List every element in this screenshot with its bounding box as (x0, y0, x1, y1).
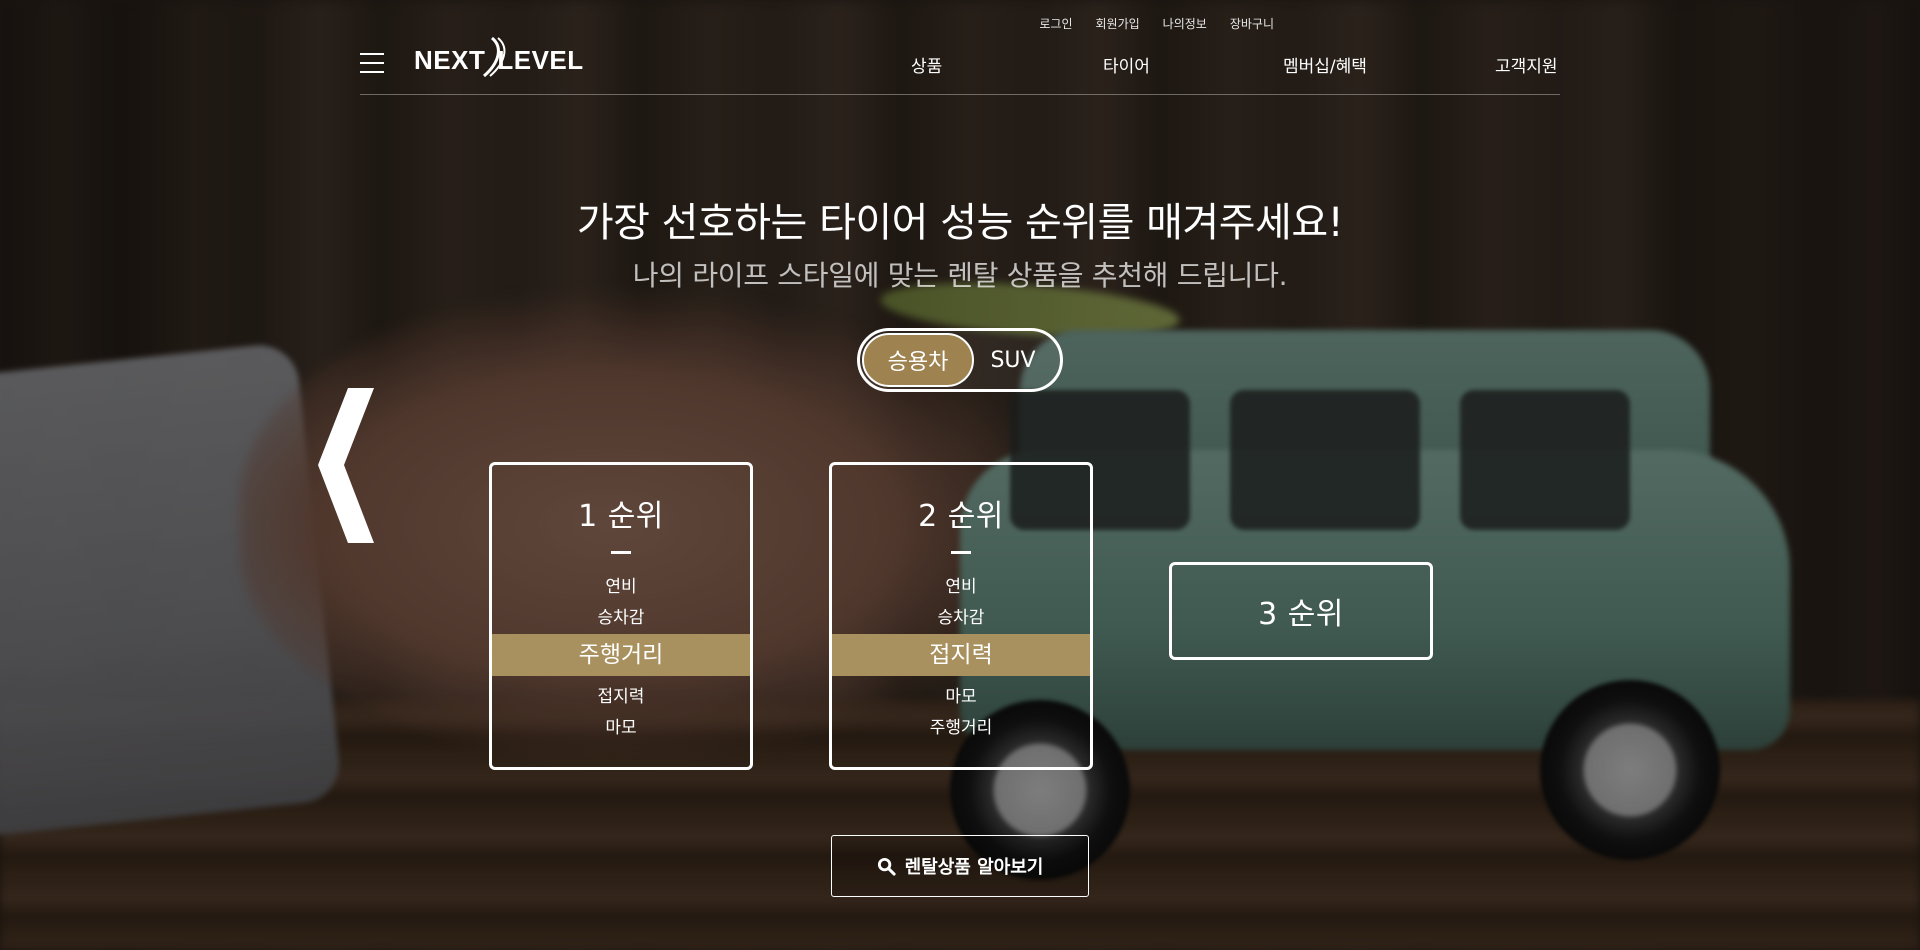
rank-label: 3 순위 (1258, 597, 1344, 632)
main-nav: 상품 타이어 멤버십/혜택 고객지원 (360, 52, 1560, 77)
utility-nav: 로그인 회원가입 나의정보 장바구니 (1039, 15, 1274, 32)
rank-option-selected[interactable]: 주행거리 (492, 634, 750, 676)
chevron-left-icon[interactable] (318, 388, 378, 543)
rank-label: 2 순위 (918, 499, 1004, 534)
cart-link[interactable]: 장바구니 (1230, 15, 1274, 32)
rank-card-1[interactable]: 1 순위 연비 승차감 주행거리 접지력 마모 (489, 462, 753, 770)
rank-option[interactable]: 마모 (492, 713, 750, 744)
signup-link[interactable]: 회원가입 (1095, 15, 1139, 32)
nav-item-tires[interactable]: 타이어 (1103, 52, 1150, 77)
rank-option[interactable]: 승차감 (492, 603, 750, 634)
rank-option[interactable]: 승차감 (832, 603, 1090, 634)
rank-divider (951, 551, 971, 554)
search-icon (877, 857, 896, 876)
rank-option-selected[interactable]: 접지력 (832, 634, 1090, 676)
nav-item-products[interactable]: 상품 (911, 52, 942, 77)
toggle-option-sedan[interactable]: 승용차 (862, 333, 974, 387)
hero-title: 가장 선호하는 타이어 성능 순위를 매겨주세요! (576, 200, 1344, 246)
nav-item-support[interactable]: 고객지원 (1495, 52, 1558, 77)
rank-divider (611, 551, 631, 554)
rank-option[interactable]: 연비 (492, 572, 750, 603)
toggle-option-suv[interactable]: SUV (972, 333, 1054, 387)
find-rental-products-button[interactable]: 렌탈상품 알아보기 (831, 835, 1089, 897)
rank-option[interactable]: 주행거리 (832, 713, 1090, 744)
login-link[interactable]: 로그인 (1039, 15, 1072, 32)
rank-card-2[interactable]: 2 순위 연비 승차감 접지력 마모 주행거리 (829, 462, 1093, 770)
nav-item-membership[interactable]: 멤버십/혜택 (1283, 52, 1367, 77)
cta-label: 렌탈상품 알아보기 (904, 857, 1044, 878)
my-info-link[interactable]: 나의정보 (1163, 15, 1207, 32)
rank-label: 1 순위 (578, 499, 664, 534)
rank-option[interactable]: 연비 (832, 572, 1090, 603)
rank-card-3[interactable]: 3 순위 (1169, 562, 1433, 660)
hero-subtitle: 나의 라이프 스타일에 맞는 렌탈 상품을 추천해 드립니다. (632, 259, 1288, 292)
rank-option[interactable]: 접지력 (492, 682, 750, 713)
rank-option[interactable]: 마모 (832, 682, 1090, 713)
site-header: NEXT LEVEL 상품 타이어 멤버십/혜택 고객지원 (360, 36, 1560, 95)
vehicle-type-toggle[interactable]: 승용차 SUV (857, 328, 1063, 392)
